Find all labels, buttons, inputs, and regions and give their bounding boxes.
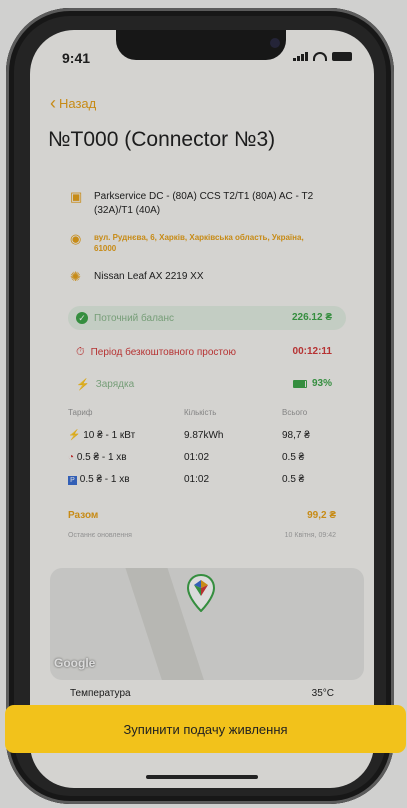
tariff-row-1: ⚡ 10 ₴ - 1 кВт xyxy=(68,430,135,441)
tariff-row-3: P 0.5 ₴ - 1 хв xyxy=(68,474,130,485)
quantity-cell: 01:02 xyxy=(184,452,210,463)
idle-value: 00:12:11 xyxy=(292,346,332,357)
camera-icon xyxy=(270,38,280,48)
header-total: Всього xyxy=(282,408,308,417)
total-cell: 98,7 ₴ xyxy=(282,430,310,441)
wifi-icon xyxy=(313,52,327,61)
tariff-cell: 10 ₴ - 1 кВт xyxy=(83,430,136,441)
vehicle-row: ✺ Nissan Leaf AX 2219 XX xyxy=(70,270,320,284)
tariff-row-2: ◔ 0.5 ₴ - 1 хв xyxy=(68,452,127,463)
address-row[interactable]: ◉ вул. Руднєва, 6, Харків, Харківська об… xyxy=(70,232,320,254)
location-pin-icon: ◉ xyxy=(70,231,82,246)
header-tariff: Тариф xyxy=(68,408,93,417)
charger-icon: ▣ xyxy=(70,189,83,204)
vehicle-name: Nissan Leaf AX 2219 XX xyxy=(94,271,204,282)
charging-indicator: 93% xyxy=(292,378,332,389)
charging-value: 93% xyxy=(311,378,332,389)
clock-icon: ◔ xyxy=(68,452,75,463)
idle-row: ⏱ Період безкоштовного простою xyxy=(76,346,236,359)
last-update-value: 10 Квітня, 09:42 xyxy=(284,532,336,539)
charging-row: ⚡ Зарядка xyxy=(76,378,134,391)
last-update-label: Останнє оновлення xyxy=(68,532,132,539)
battery-level-icon xyxy=(292,379,307,388)
back-button[interactable]: ‹ Назад xyxy=(50,93,97,113)
status-icons xyxy=(293,52,352,61)
gear-icon: ✺ xyxy=(70,269,81,284)
bolt-icon: ⚡ xyxy=(76,379,90,391)
temperature-value: 35°C xyxy=(311,688,334,699)
battery-icon xyxy=(332,52,352,61)
balance-row: ✓ Поточний баланс xyxy=(76,312,174,324)
balance-value: 226.12 ₴ xyxy=(291,312,332,323)
app-screen: 9:41 ‹ Назад №T000 (Connector №3) ▣ Park… xyxy=(30,30,374,788)
temperature-label: Температура xyxy=(70,688,131,699)
tariff-cell: 0.5 ₴ - 1 хв xyxy=(76,452,127,463)
map-pin-icon[interactable] xyxy=(186,574,216,612)
total-cell: 0.5 ₴ xyxy=(282,474,305,485)
status-time: 9:41 xyxy=(62,50,91,66)
idle-label: Період безкоштовного простою xyxy=(90,347,236,358)
check-circle-icon: ✓ xyxy=(76,312,88,324)
map-view[interactable]: Google xyxy=(50,568,364,680)
quantity-cell: 9.87kWh xyxy=(184,430,224,441)
balance-label: Поточний баланс xyxy=(94,312,174,324)
header-quantity: Кількість xyxy=(184,408,217,417)
total-cell: 0.5 ₴ xyxy=(282,452,305,463)
charging-label: Зарядка xyxy=(95,379,135,390)
quantity-cell: 01:02 xyxy=(184,474,210,485)
page-title: №T000 (Connector №3) xyxy=(48,128,276,151)
back-label: Назад xyxy=(59,96,97,111)
lightning-icon: ⚡ xyxy=(68,430,81,441)
station-address: вул. Руднєва, 6, Харків, Харківська обла… xyxy=(94,233,304,253)
parking-icon: P xyxy=(68,476,77,485)
station-row: ▣ Parkservice DC - (80A) CCS T2/T1 (80A)… xyxy=(70,190,320,218)
google-logo: Google xyxy=(54,656,96,670)
total-value: 99,2 ₴ xyxy=(307,510,336,521)
station-name: Parkservice DC - (80A) CCS T2/T1 (80A) A… xyxy=(94,191,314,216)
notch xyxy=(116,30,286,60)
timer-icon: ⏱ xyxy=(76,346,85,358)
total-label: Разом xyxy=(68,510,99,521)
signal-icon xyxy=(293,52,308,61)
chevron-left-icon: ‹ xyxy=(50,93,56,113)
home-indicator xyxy=(146,775,258,779)
tariff-cell: 0.5 ₴ - 1 хв xyxy=(79,474,130,485)
stop-charging-button[interactable]: Зупинити подачу живлення xyxy=(5,705,406,753)
battery-level-fill xyxy=(293,380,306,387)
